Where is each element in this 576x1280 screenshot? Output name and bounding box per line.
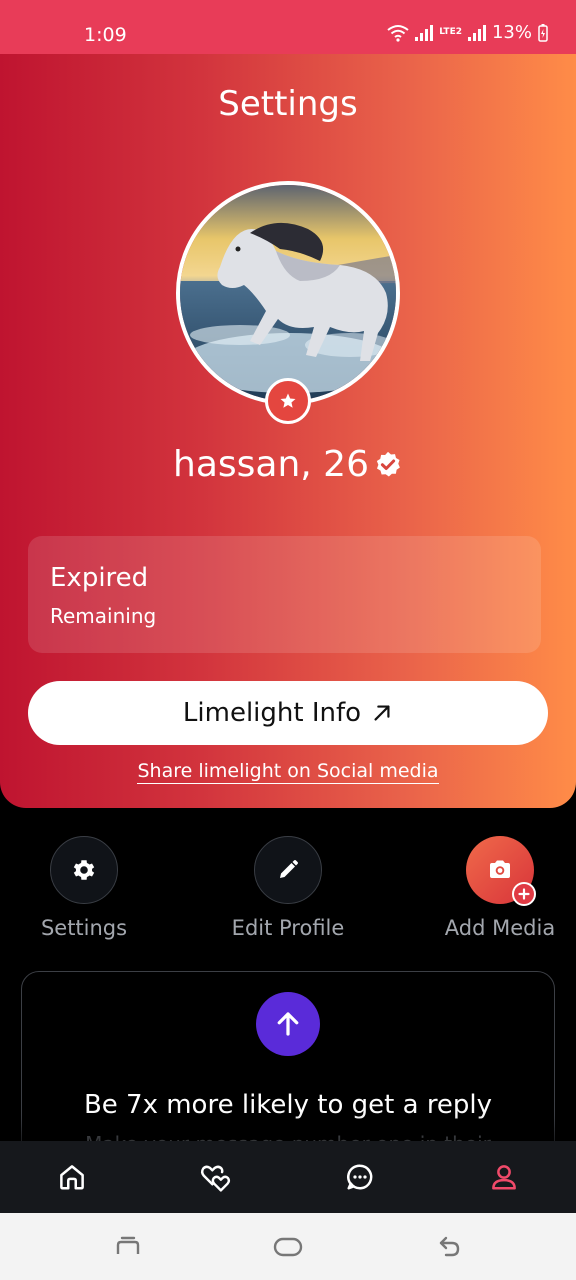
wifi-icon bbox=[387, 24, 409, 42]
add-media-action[interactable]: Add Media bbox=[436, 836, 564, 940]
chat-icon bbox=[347, 1164, 373, 1190]
back-icon bbox=[439, 1236, 460, 1257]
camera-icon bbox=[490, 860, 510, 878]
settings-screen: 1:09 LTE2 13% Settings hassan, 26 Expire… bbox=[0, 0, 576, 1280]
nav-messages[interactable] bbox=[336, 1153, 384, 1201]
gear-icon bbox=[73, 860, 95, 880]
page-title: Settings bbox=[218, 84, 358, 124]
nav-home[interactable] bbox=[48, 1153, 96, 1201]
profile-photo-horse bbox=[180, 185, 396, 401]
settings-action-circle[interactable] bbox=[50, 836, 118, 904]
arrow-up-right-icon bbox=[374, 705, 390, 721]
arrow-up-icon bbox=[277, 1012, 299, 1036]
battery-icon bbox=[538, 23, 548, 42]
limelight-info-button[interactable]: Limelight Info bbox=[28, 681, 548, 745]
profile-avatar[interactable] bbox=[176, 181, 400, 405]
verified-badge-icon bbox=[376, 451, 400, 476]
settings-action-label: Settings bbox=[40, 916, 128, 940]
status-bar: 1:09 LTE2 13% bbox=[0, 0, 576, 54]
home-system-button[interactable] bbox=[268, 1233, 308, 1261]
edit-profile-action-label: Edit Profile bbox=[231, 916, 345, 940]
status-icons: LTE2 13% bbox=[387, 22, 548, 43]
profile-header: Settings hassan, 26 Expired Remaining Li… bbox=[0, 54, 576, 808]
share-limelight-link[interactable]: Share limelight on Social media bbox=[137, 760, 439, 784]
subscription-remaining: Remaining bbox=[50, 604, 157, 628]
subscription-status: Expired bbox=[50, 563, 149, 593]
edit-profile-action-circle[interactable] bbox=[254, 836, 322, 904]
limelight-info-label: Limelight Info bbox=[182, 698, 362, 728]
add-media-action-label: Add Media bbox=[444, 916, 556, 940]
system-nav-bar bbox=[0, 1213, 576, 1280]
nav-profile[interactable] bbox=[480, 1153, 528, 1201]
edit-profile-action[interactable]: Edit Profile bbox=[222, 836, 354, 940]
nav-matches[interactable] bbox=[192, 1153, 240, 1201]
subscription-status-card: Expired Remaining bbox=[28, 536, 541, 653]
share-limelight-link-row: Share limelight on Social media bbox=[0, 760, 576, 784]
settings-action[interactable]: Settings bbox=[40, 836, 128, 940]
profile-name: hassan, 26 bbox=[173, 444, 369, 485]
pencil-icon bbox=[280, 860, 298, 878]
bottom-nav bbox=[0, 1141, 576, 1213]
back-system-button[interactable] bbox=[430, 1233, 470, 1261]
battery-percent: 13% bbox=[491, 22, 532, 43]
plus-icon bbox=[518, 888, 530, 900]
add-media-action-circle[interactable] bbox=[466, 836, 536, 906]
boost-icon-circle bbox=[256, 992, 320, 1056]
recents-button[interactable] bbox=[108, 1233, 148, 1261]
hearts-icon bbox=[200, 1165, 231, 1192]
boost-title: Be 7x more likely to get a reply bbox=[83, 1090, 493, 1120]
star-badge bbox=[265, 378, 311, 424]
signal-icon-2 bbox=[467, 24, 486, 41]
add-plus-badge bbox=[512, 882, 536, 906]
home-pill-icon bbox=[273, 1237, 303, 1257]
star-icon bbox=[280, 393, 296, 408]
quick-actions: Settings Edit Profile Add Media bbox=[0, 836, 576, 946]
signal-icon bbox=[415, 24, 434, 41]
status-time: 1:09 bbox=[84, 24, 127, 46]
home-icon bbox=[60, 1165, 84, 1190]
network-label: LTE2 bbox=[439, 27, 462, 37]
recents-icon bbox=[116, 1236, 140, 1254]
user-icon bbox=[492, 1165, 516, 1190]
profile-name-row: hassan, 26 bbox=[0, 444, 576, 485]
